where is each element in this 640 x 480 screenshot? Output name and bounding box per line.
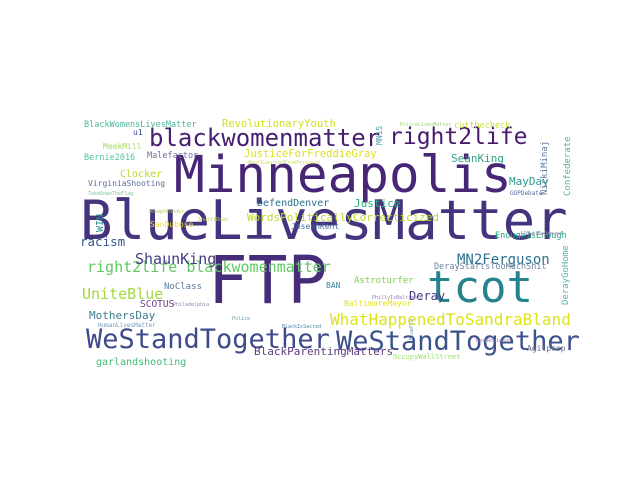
word-mothersday: MothersDay xyxy=(89,309,156,322)
word-seanking: SeanKing xyxy=(451,152,504,165)
word-racism: racism xyxy=(80,234,126,249)
word-phillyisbaltimore: PhillyIsBaltimore xyxy=(372,295,424,301)
word-blackissacred: BlackIsSacred xyxy=(282,324,322,330)
word-takedowntheflag: TakeDownTheFlag xyxy=(88,191,134,197)
word-cutthecheck: cutthecheck xyxy=(454,121,511,131)
word-shutitdown: ShutItDown xyxy=(198,217,229,223)
word-whatilearnedfromferguson: WhatILearnedFromFerguson xyxy=(248,160,321,166)
word-garlandshooting: garlandshooting xyxy=(96,357,187,368)
word-bernie2016: Bernie2016 xyxy=(84,153,136,163)
word-nickiminaj: NickiMinaj xyxy=(540,140,550,195)
word-gopdebate: GOPDebate xyxy=(510,190,543,197)
word-josephkent: JosephKent xyxy=(291,222,340,231)
word-tonyrobinson: TonyRobinson xyxy=(475,338,512,344)
word-ban: BAN xyxy=(326,281,341,290)
word-policelivesmatter: PoliceLivesMatter xyxy=(400,122,452,128)
word-blackparentingmatters: BlackParentingMatters xyxy=(254,345,394,358)
word-justiceforfreddiegray: JusticeForFreddieGray xyxy=(244,148,377,160)
word-defenddenver: DefendDenver xyxy=(257,198,330,209)
word-humanlivesmatter: HumanLivesMatter xyxy=(98,322,156,329)
word-u1: u1 xyxy=(133,128,143,137)
word-tcot: tcot xyxy=(427,262,533,313)
figure-canvas: BlueLivesMatter FTP Minneapolis tcot WeStand… xyxy=(0,0,640,480)
word-police: Police xyxy=(232,316,251,322)
word-wordspoliticallycorrecticized: WordsPoliticallyCorrecticized xyxy=(247,211,440,224)
word-sandubose: SanDubose xyxy=(150,220,194,229)
word-mn15: MN15 xyxy=(375,125,384,145)
word-cloud: BlueLivesMatter FTP Minneapolis tcot WeStand… xyxy=(80,110,580,392)
word-whathappenedtosandrabland: WhatHappenedToSandraBland xyxy=(330,310,571,329)
word-baltimoremayor: BaltimoreMayor xyxy=(344,299,412,308)
word-justinedamond: JustineDamond xyxy=(523,231,563,237)
word-shaunking: ShaunKing xyxy=(135,250,217,268)
word-deraygohome: DerayGoHome xyxy=(561,245,571,305)
word-noclass: NoClass xyxy=(164,282,202,292)
word-agitprop: Agitprop xyxy=(527,344,566,353)
word-win: WIN xyxy=(95,213,106,232)
word-philadelphia: Philadelphia xyxy=(173,302,210,308)
word-justice: Justice xyxy=(354,197,401,210)
word-astroturfer: Astroturfer xyxy=(354,276,414,286)
word-confederate: Confederate xyxy=(563,136,573,196)
word-virginiashooting: VirginiaShooting xyxy=(88,179,166,188)
word-deraystartstoomuchshit: DerayStartsTooMuchShit xyxy=(434,262,547,272)
word-blueflu: BlueFlu xyxy=(409,318,415,340)
word-malefactor: Malefactor xyxy=(147,151,199,161)
word-revolutionaryyouth: RevolutionaryYouth xyxy=(222,118,336,130)
word-meekmill: MeekMill xyxy=(103,142,142,151)
word-scotus: SCOTUS xyxy=(140,299,175,310)
word-josephponder: JosephPonder xyxy=(148,209,185,215)
word-occupywallstreet: OccupyWallStreet xyxy=(393,353,461,361)
